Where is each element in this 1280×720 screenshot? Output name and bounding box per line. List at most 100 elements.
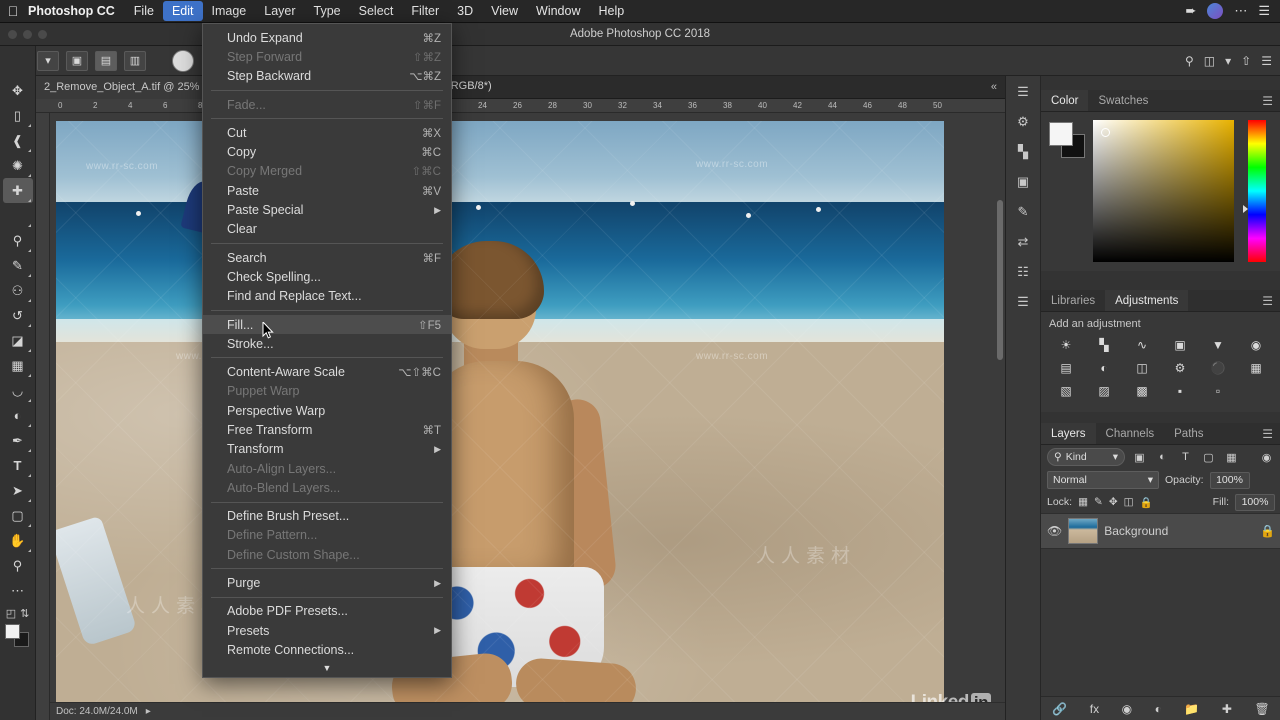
menu-item-step-backward[interactable]: Step Backward ⌥⌘Z <box>203 67 451 86</box>
color-lookup-icon[interactable]: ⚫ <box>1201 359 1235 376</box>
menu-item-purge[interactable]: Purge ▶ <box>203 573 451 592</box>
menu-item-paste[interactable]: Paste ⌘V <box>203 181 451 200</box>
default-colors-icon[interactable]: ◰ <box>6 607 16 620</box>
menubar-item-select[interactable]: Select <box>350 1 403 21</box>
lock-transparent-icon[interactable]: ▦ <box>1078 496 1088 508</box>
menu-item-remote-connections[interactable]: Remote Connections... <box>203 640 451 659</box>
adjustment-icon[interactable]: ◐ <box>1155 702 1162 716</box>
brush-preset-picker[interactable]: ▾ <box>37 51 59 71</box>
tool-marquee[interactable]: ▯ <box>3 103 33 128</box>
lock-nesting-icon[interactable]: ◫ <box>1124 496 1134 508</box>
swap-colors-icon[interactable]: ⇅ <box>20 607 29 620</box>
channel-mixer-icon[interactable]: ⚙ <box>1163 359 1197 376</box>
menubar-item-3d[interactable]: 3D <box>448 1 482 21</box>
tool-crop[interactable]: ⑋ <box>3 203 33 228</box>
workspace-icon[interactable]: ◫ <box>1204 54 1215 68</box>
link-icon[interactable]: 🔗 <box>1052 702 1067 716</box>
curves-icon[interactable]: ∿ <box>1125 336 1159 353</box>
fill-value[interactable]: 100% <box>1235 494 1275 511</box>
posterize-icon[interactable]: ▧ <box>1049 382 1083 399</box>
sampling-all-layers-toggle[interactable]: ▣ <box>66 51 88 71</box>
libraries-icon[interactable]: ☷ <box>1017 264 1029 280</box>
tool-lasso[interactable]: ❰ <box>3 128 33 153</box>
history-icon[interactable]: ☰ <box>1017 84 1029 100</box>
minimize-button[interactable] <box>23 30 32 39</box>
new-layer-icon[interactable]: ✚ <box>1222 702 1232 716</box>
tool-dodge[interactable]: ◐ <box>3 403 33 428</box>
menu-item-cut[interactable]: Cut ⌘X <box>203 123 451 142</box>
sampling-current-layer-toggle[interactable]: ▤ <box>95 51 117 71</box>
menu-item-presets[interactable]: Presets ▶ <box>203 621 451 640</box>
tool-pen[interactable]: ✒ <box>3 428 33 453</box>
menubar-item-layer[interactable]: Layer <box>255 1 304 21</box>
chevron-down-icon[interactable]: ▾ <box>1225 54 1231 68</box>
menu-item-content-aware-scale[interactable]: Content-Aware Scale ⌥⇧⌘C <box>203 362 451 381</box>
tool-quick-selection[interactable]: ✺ <box>3 153 33 178</box>
apple-logo-icon[interactable]:  <box>0 3 26 19</box>
location-icon[interactable]: ➨ <box>1185 3 1196 19</box>
edit-menu-dropdown[interactable]: Undo Expand ⌘Z Step Forward ⇧⌘Z Step Backwar… <box>202 23 452 678</box>
menu-item-paste-special[interactable]: Paste Special ▶ <box>203 200 451 219</box>
canvas-scrollbar[interactable] <box>997 120 1003 680</box>
menu-item-clear[interactable]: Clear <box>203 220 451 239</box>
selective-color-icon[interactable]: ▩ <box>1125 382 1159 399</box>
exposure-icon[interactable]: ▣ <box>1163 336 1197 353</box>
tool-blur[interactable]: ◡ <box>3 378 33 403</box>
menu-item-fill[interactable]: Fill... ⇧F5 <box>203 315 451 334</box>
eye-icon[interactable]: 👁 <box>1047 524 1062 538</box>
tool-history-brush[interactable]: ↺ <box>3 303 33 328</box>
color-field[interactable] <box>1093 120 1234 262</box>
tool-clone-stamp[interactable]: ⚇ <box>3 278 33 303</box>
properties-icon[interactable]: ▣ <box>1017 174 1029 190</box>
black-white-icon[interactable]: ◐ <box>1087 359 1121 376</box>
menubar-item-edit[interactable]: Edit <box>163 1 203 21</box>
vibrance-icon[interactable]: ▼ <box>1201 336 1235 353</box>
tool-eraser[interactable]: ◪ <box>3 328 33 353</box>
filter-toggle-icon[interactable]: ◉ <box>1258 449 1275 466</box>
hue-saturation-icon[interactable]: ◉ <box>1239 336 1273 353</box>
list-icon[interactable]: ☰ <box>1258 3 1270 19</box>
lock-position-icon[interactable]: ✥ <box>1109 496 1118 508</box>
invert-icon[interactable]: ▦ <box>1239 359 1273 376</box>
brush-settings-icon[interactable]: ✎ <box>1018 204 1029 220</box>
zoom-button[interactable] <box>38 30 47 39</box>
tab-channels[interactable]: Channels <box>1096 423 1165 444</box>
tool-eyedropper[interactable]: ⚲ <box>3 228 33 253</box>
tool-healing-brush[interactable]: ✚ <box>3 178 33 203</box>
menu-scroll-down-icon[interactable]: ▼ <box>203 660 451 677</box>
tool-brush[interactable]: ✎ <box>3 253 33 278</box>
brush-tip-preview[interactable] <box>172 50 194 72</box>
foreground-background-color[interactable] <box>5 624 31 648</box>
canvas-area[interactable]: 0246810121416182022242628303234363840424… <box>36 99 1005 720</box>
mask-icon[interactable]: ◉ <box>1122 702 1132 716</box>
menu-item-check-spelling[interactable]: Check Spelling... <box>203 267 451 286</box>
hue-strip[interactable] <box>1248 120 1266 262</box>
tab-layers[interactable]: Layers <box>1041 423 1096 444</box>
tab-color[interactable]: Color <box>1041 90 1088 111</box>
foreground-color-swatch[interactable] <box>1049 122 1073 146</box>
more-icon[interactable]: ⋯ <box>1234 3 1247 19</box>
tool-move[interactable]: ✥ <box>3 78 33 103</box>
delete-icon[interactable]: 🗑 <box>1255 702 1270 716</box>
document-image[interactable]: www.rr-sc.com www.rr-sc.com www.rr-sc.co… <box>56 121 944 703</box>
gradient-icon[interactable]: ▫ <box>1201 382 1235 399</box>
fx-icon[interactable]: fx <box>1090 702 1099 716</box>
notes-icon[interactable]: ☰ <box>1017 294 1029 310</box>
tab-paths[interactable]: Paths <box>1164 423 1213 444</box>
actions-icon[interactable]: ⚙ <box>1017 114 1029 130</box>
tab-libraries[interactable]: Libraries <box>1041 290 1105 311</box>
layer-kind-filter[interactable]: ⚲ Kind ▾ <box>1047 448 1125 466</box>
filter-pixel-icon[interactable]: ▣ <box>1131 449 1148 466</box>
share-icon[interactable]: ⇧ <box>1241 54 1251 68</box>
tool-more[interactable]: ⋯ <box>3 578 33 603</box>
lock-image-icon[interactable]: ✎ <box>1094 496 1103 508</box>
sampling-below-toggle[interactable]: ▥ <box>124 51 146 71</box>
menu-item-define-brush-preset[interactable]: Define Brush Preset... <box>203 507 451 526</box>
tab-adjustments[interactable]: Adjustments <box>1105 290 1188 311</box>
color-field-marker[interactable] <box>1101 128 1110 137</box>
menubar-item-filter[interactable]: Filter <box>402 1 448 21</box>
styles-icon[interactable]: ⇄ <box>1018 234 1029 250</box>
gradient-map-icon[interactable]: ▪ <box>1163 382 1197 399</box>
account-icon[interactable] <box>1207 3 1223 19</box>
lock-all-icon[interactable]: 🔒 <box>1140 496 1153 509</box>
